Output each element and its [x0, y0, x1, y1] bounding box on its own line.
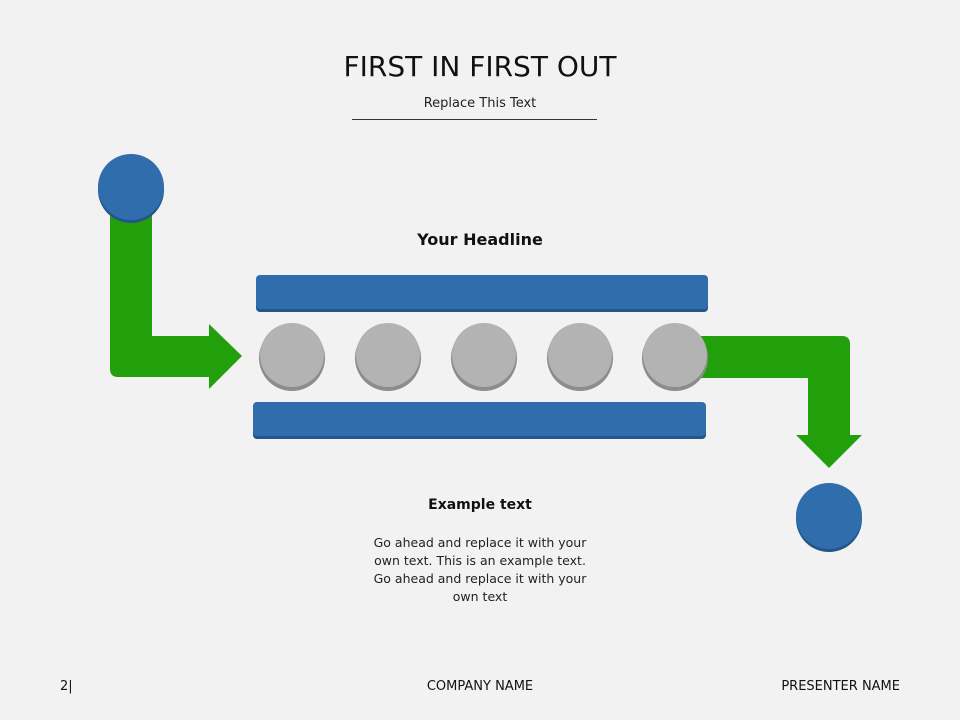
queue-item-4 [547, 323, 613, 391]
input-arrow [110, 195, 242, 389]
queue-item-3 [451, 323, 517, 391]
end-node [796, 483, 862, 552]
slide: FIRST IN FIRST OUT Replace This Text You… [0, 0, 960, 720]
bottom-rail [253, 402, 706, 439]
queue-item-2 [355, 323, 421, 391]
queue-item-5 [642, 323, 708, 391]
top-rail [256, 275, 708, 312]
fifo-diagram [98, 154, 862, 552]
example-body: Go ahead and replace it with your own te… [373, 535, 587, 604]
diagram-headline: Your Headline [417, 230, 543, 249]
output-arrow [700, 336, 862, 468]
example-title: Example text [428, 497, 532, 513]
start-node [98, 154, 164, 223]
presenter-name: PRESENTER NAME [781, 679, 900, 694]
queue-item-1 [259, 323, 325, 391]
